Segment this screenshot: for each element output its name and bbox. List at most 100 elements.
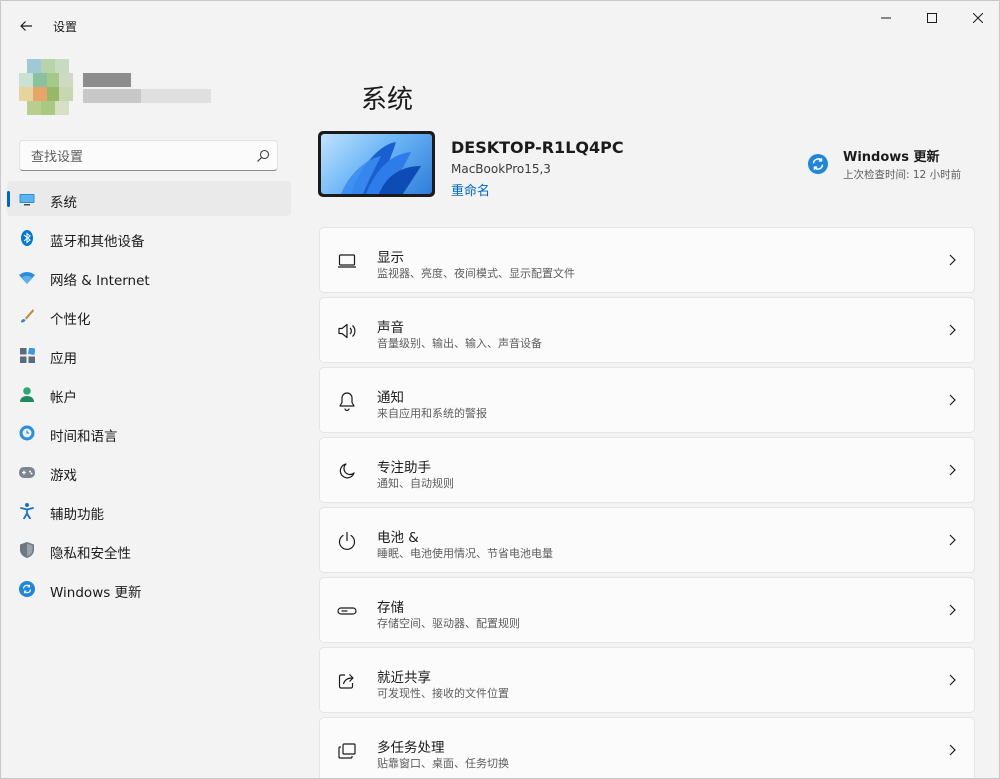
device-name: DESKTOP-R1LQ4PC	[451, 138, 624, 157]
chevron-right-icon	[949, 394, 956, 406]
update-last-checked: 上次检查时间: 12 小时前	[843, 169, 962, 181]
setting-title: 显示	[377, 250, 404, 266]
page-title: 系统	[361, 85, 414, 115]
setting-subtitle: 睡眠、电池使用情况、节省电池电量	[377, 547, 553, 560]
monitor-icon	[19, 191, 35, 207]
setting-title: 声音	[377, 320, 404, 336]
chevron-right-icon	[949, 324, 956, 336]
setting-sound[interactable]: 声音 音量级别、输出、输入、声音设备	[319, 297, 975, 363]
gamepad-icon	[19, 464, 35, 480]
maximize-button[interactable]	[909, 1, 955, 35]
moon-icon	[336, 460, 358, 482]
setting-subtitle: 存储空间、驱动器、配置规则	[377, 617, 520, 630]
shield-icon	[19, 542, 35, 558]
chevron-right-icon	[949, 254, 956, 266]
sidebar-item-system[interactable]: 系统	[7, 181, 291, 216]
windows-bloom-wallpaper	[341, 142, 421, 194]
sidebar-item-apps[interactable]: 应用	[7, 337, 291, 372]
title-bar: 设置	[1, 1, 999, 49]
setting-subtitle: 监视器、亮度、夜间模式、显示配置文件	[377, 267, 575, 280]
sidebar-nav: 系统 蓝牙和其他设备 网络 & Internet 个性化 应用 帐户 时间和语言…	[7, 181, 291, 610]
sidebar-item-network[interactable]: 网络 & Internet	[7, 259, 291, 294]
sidebar-item-label: 蓝牙和其他设备	[50, 234, 145, 250]
bluetooth-icon	[19, 230, 35, 246]
sidebar-item-bluetooth[interactable]: 蓝牙和其他设备	[7, 220, 291, 255]
setting-subtitle: 音量级别、输出、输入、声音设备	[377, 337, 542, 350]
apps-icon	[19, 347, 35, 363]
sidebar-item-gaming[interactable]: 游戏	[7, 454, 291, 489]
minimize-icon	[881, 17, 891, 19]
globe-clock-icon	[19, 425, 35, 441]
settings-window: 设置 查找设置 系统 蓝牙和其他设备 网络 & Internet 个性化 应用 …	[0, 0, 1000, 779]
avatar	[19, 59, 73, 117]
device-model: MacBookPro15,3	[451, 162, 551, 176]
chevron-right-icon	[949, 674, 956, 686]
windows-update-icon	[19, 581, 35, 597]
sidebar-item-label: 应用	[50, 351, 77, 367]
maximize-icon	[927, 13, 937, 23]
setting-subtitle: 来自应用和系统的警报	[377, 407, 487, 420]
chevron-right-icon	[949, 464, 956, 476]
brush-icon	[19, 308, 35, 324]
setting-subtitle: 通知、自动规则	[377, 477, 454, 490]
setting-title: 专注助手	[377, 460, 431, 476]
speaker-icon	[336, 320, 358, 342]
setting-title: 就近共享	[377, 670, 431, 686]
multitask-icon	[336, 740, 358, 762]
display-icon	[336, 250, 358, 272]
setting-display[interactable]: 显示 监视器、亮度、夜间模式、显示配置文件	[319, 227, 975, 293]
device-thumbnail	[318, 131, 435, 197]
share-icon	[336, 670, 358, 692]
setting-power-battery[interactable]: 电池 & 睡眠、电池使用情况、节省电池电量	[319, 507, 975, 573]
sidebar-item-label: 帐户	[50, 390, 77, 406]
sidebar-item-accessibility[interactable]: 辅助功能	[7, 493, 291, 528]
sidebar-item-windows-update[interactable]: Windows 更新	[7, 571, 291, 606]
close-button[interactable]	[955, 1, 999, 35]
setting-title: 通知	[377, 390, 404, 406]
search-box[interactable]	[19, 140, 278, 171]
sidebar-item-label: 辅助功能	[50, 507, 104, 523]
sidebar-item-label: 个性化	[50, 312, 91, 328]
search-icon[interactable]	[255, 148, 271, 164]
setting-subtitle: 贴靠窗口、桌面、任务切换	[377, 757, 509, 770]
sidebar-item-accounts[interactable]: 帐户	[7, 376, 291, 411]
device-info: DESKTOP-R1LQ4PC MacBookPro15,3 重命名 Windo…	[318, 130, 978, 202]
sidebar-item-label: 游戏	[50, 468, 77, 484]
rename-link[interactable]: 重命名	[451, 180, 490, 199]
setting-multitasking[interactable]: 多任务处理 贴靠窗口、桌面、任务切换	[319, 717, 975, 778]
setting-title: 存储	[377, 600, 404, 616]
search-input[interactable]	[29, 146, 253, 168]
sidebar-item-privacy[interactable]: 隐私和安全性	[7, 532, 291, 567]
sidebar-item-label: 网络 & Internet	[50, 273, 150, 289]
app-title: 设置	[53, 20, 78, 34]
sidebar-item-label: 时间和语言	[50, 429, 118, 445]
windows-update-icon[interactable]	[807, 153, 829, 175]
person-icon	[19, 386, 35, 402]
sidebar-item-label: 系统	[50, 195, 77, 211]
storage-icon	[336, 600, 358, 622]
window-controls	[863, 1, 999, 35]
sidebar-item-personalization[interactable]: 个性化	[7, 298, 291, 333]
profile-name-blurred	[83, 73, 213, 107]
setting-focus-assist[interactable]: 专注助手 通知、自动规则	[319, 437, 975, 503]
setting-title: 电池 &	[377, 530, 419, 546]
bell-icon	[336, 390, 358, 412]
minimize-button[interactable]	[863, 1, 909, 35]
setting-storage[interactable]: 存储 存储空间、驱动器、配置规则	[319, 577, 975, 643]
setting-nearby-sharing[interactable]: 就近共享 可发现性、接收的文件位置	[319, 647, 975, 713]
sidebar-item-time-language[interactable]: 时间和语言	[7, 415, 291, 450]
chevron-right-icon	[949, 604, 956, 616]
windows-update-link[interactable]: Windows 更新	[843, 146, 940, 165]
sidebar-item-label: 隐私和安全性	[50, 546, 131, 562]
sidebar-item-label: Windows 更新	[50, 585, 142, 601]
back-button[interactable]	[13, 13, 39, 39]
settings-list: 显示 监视器、亮度、夜间模式、显示配置文件 声音 音量级别、输出、输入、声音设备…	[319, 227, 975, 778]
power-icon	[336, 530, 358, 552]
user-profile[interactable]	[1, 53, 301, 123]
chevron-right-icon	[949, 534, 956, 546]
chevron-right-icon	[949, 744, 956, 756]
setting-notifications[interactable]: 通知 来自应用和系统的警报	[319, 367, 975, 433]
setting-subtitle: 可发现性、接收的文件位置	[377, 687, 509, 700]
wifi-icon	[19, 269, 35, 285]
accessibility-icon	[19, 503, 35, 519]
